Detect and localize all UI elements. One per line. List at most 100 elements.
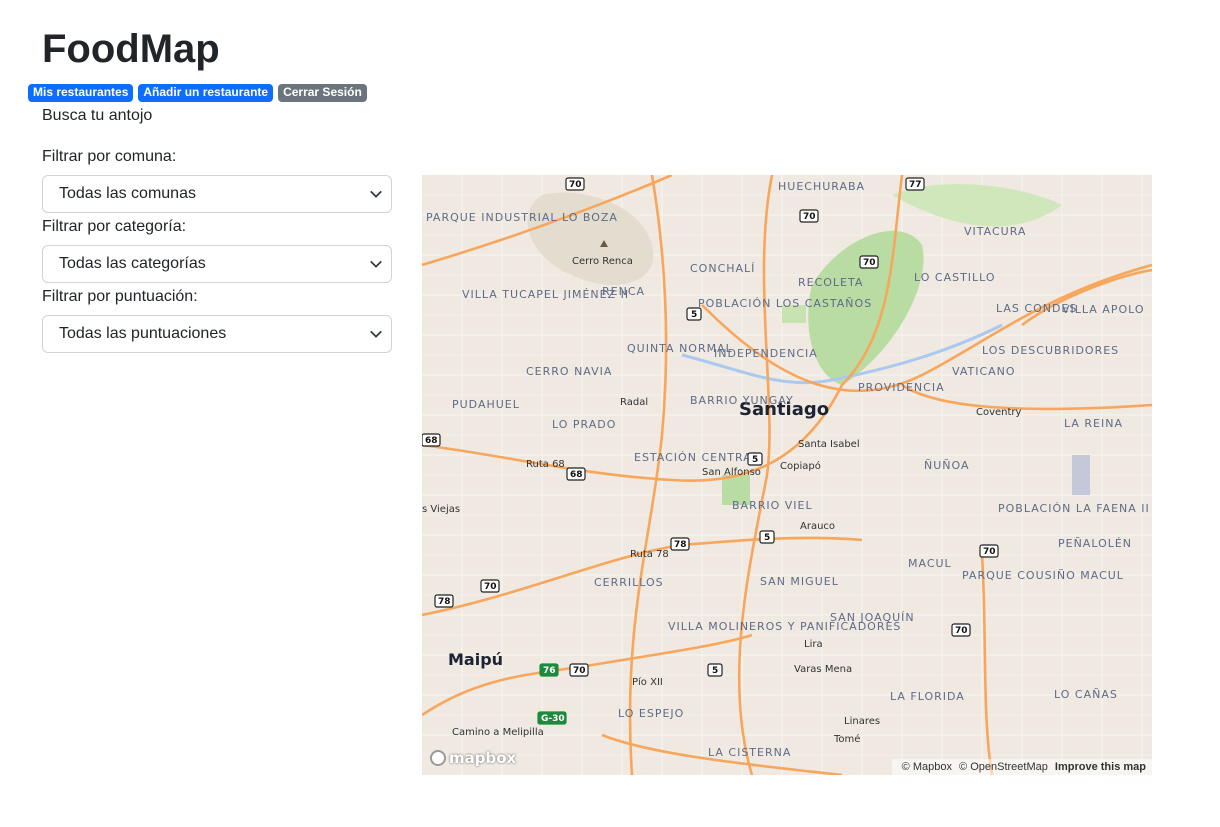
map-label-santa-isabel: Santa Isabel (798, 439, 860, 450)
svg-text:70: 70 (955, 626, 968, 636)
map-label-lo-prado: LO PRADO (552, 418, 616, 431)
add-restaurant-button[interactable]: Añadir un restaurante (138, 84, 274, 102)
map-label-parque-industrial: PARQUE INDUSTRIAL LO BOZA (426, 211, 618, 224)
map-label-vaticano: VATICANO (952, 365, 1016, 378)
map-label-ruta-78: Ruta 78 (630, 549, 669, 560)
map-label-arauco: Arauco (800, 521, 835, 532)
svg-text:5: 5 (691, 310, 697, 320)
map-label-la-cisterna: LA CISTERNA (708, 746, 791, 759)
map-label-coventry: Coventry (976, 407, 1022, 418)
map-label-conchali: CONCHALÍ (690, 262, 755, 275)
route-shield: 78 (434, 594, 454, 608)
restaurant-map[interactable]: Santiago Maipú HUECHURABA VITACURA CONCH… (422, 175, 1152, 775)
map-label-radal: Radal (620, 397, 648, 408)
map-attribution: © Mapbox © OpenStreetMap Improve this ma… (891, 759, 1152, 775)
map-label-estacion-central: ESTACIÓN CENTRAL (634, 451, 759, 464)
svg-text:68: 68 (570, 470, 583, 480)
svg-text:5: 5 (712, 666, 718, 676)
route-shield: 70 (979, 544, 999, 558)
map-label-tome: Tomé (833, 733, 860, 745)
map-label-pio-xii: Pío XII (632, 676, 663, 688)
svg-text:78: 78 (438, 597, 451, 607)
svg-text:70: 70 (983, 547, 996, 557)
map-label-poblacion-castanos: POBLACIÓN LOS CASTAÑOS (698, 297, 872, 310)
route-shield: 76 (539, 663, 559, 677)
page-subtitle: Busca tu antojo (42, 107, 153, 124)
chevron-down-icon (370, 330, 382, 338)
map-label-recoleta: RECOLETA (798, 276, 863, 289)
map-label-barrio-viel: BARRIO VIEL (732, 499, 813, 512)
map-label-varas-mena: Varas Mena (794, 664, 852, 675)
improve-map-link[interactable]: Improve this map (1055, 761, 1146, 773)
route-shield: 5 (686, 307, 702, 321)
route-shield: 70 (480, 579, 500, 593)
svg-text:77: 77 (909, 180, 922, 190)
app-title: FoodMap (42, 27, 220, 71)
svg-text:68: 68 (425, 436, 438, 446)
route-shield: 70 (565, 177, 585, 191)
mapbox-logo-text: mapbox (449, 749, 517, 767)
route-shield: 70 (859, 255, 879, 269)
svg-text:70: 70 (863, 258, 876, 268)
map-label-penalolen: PEÑALOLÉN (1058, 537, 1132, 550)
svg-text:5: 5 (764, 533, 770, 543)
map-label-macul: MACUL (908, 557, 952, 570)
osm-attribution-link[interactable]: © OpenStreetMap (959, 761, 1048, 773)
map-label-cerro-navia: CERRO NAVIA (526, 365, 612, 378)
mapbox-logo[interactable]: mapbox (430, 749, 516, 767)
map-label-lo-viejas: s Viejas (422, 504, 460, 515)
map-label-los-descubridores: LOS DESCUBRIDORES (982, 344, 1119, 357)
svg-text:78: 78 (674, 540, 687, 550)
svg-text:G-30: G-30 (541, 714, 565, 724)
comuna-select[interactable]: Todas las comunas (42, 175, 392, 213)
my-restaurants-button[interactable]: Mis restaurantes (28, 84, 134, 102)
puntuacion-select[interactable]: Todas las puntuaciones (42, 315, 392, 353)
map-label-lo-espejo: LO ESPEJO (618, 707, 684, 720)
categoria-filter-label: Filtrar por categoría: (42, 218, 187, 235)
map-label-lo-castillo: LO CASTILLO (914, 271, 996, 284)
map-label-lo-canas: LO CAÑAS (1054, 688, 1118, 701)
map-label-lira: Lira (804, 639, 823, 650)
map-label-pudahuel: PUDAHUEL (452, 398, 520, 411)
route-shield: G-30 (537, 711, 567, 725)
route-shield: 68 (422, 433, 441, 447)
route-shield: 78 (670, 537, 690, 551)
svg-text:76: 76 (543, 666, 556, 676)
map-label-villa-apolo: VILLA APOLO (1062, 303, 1145, 316)
map-label-villa-tucapel: VILLA TUCAPEL JIMÉNEZ II (462, 288, 629, 301)
svg-text:70: 70 (484, 582, 497, 592)
mapbox-attribution-link[interactable]: © Mapbox (902, 761, 952, 773)
chevron-down-icon (370, 190, 382, 198)
map-label-ruta-68: Ruta 68 (526, 459, 565, 470)
map-label-vitacura: VITACURA (964, 225, 1026, 238)
route-shield: 5 (759, 530, 775, 544)
map-canvas[interactable]: Santiago Maipú HUECHURABA VITACURA CONCH… (422, 175, 1152, 775)
logout-button[interactable]: Cerrar Sesión (278, 84, 367, 102)
svg-text:70: 70 (803, 212, 816, 222)
route-shield: 68 (566, 467, 586, 481)
route-shield: 70 (569, 663, 589, 677)
map-label-providencia: PROVIDENCIA (858, 381, 945, 394)
map-label-la-reina: LA REINA (1064, 417, 1123, 430)
comuna-filter-label: Filtrar por comuna: (42, 148, 177, 165)
map-label-cerro-renca: Cerro Renca (572, 256, 633, 267)
chevron-down-icon (370, 260, 382, 268)
map-label-la-florida: LA FLORIDA (890, 690, 965, 703)
route-shield: 5 (747, 452, 763, 466)
map-label-san-miguel: SAN MIGUEL (760, 575, 839, 588)
puntuacion-filter-label: Filtrar por puntuación: (42, 288, 198, 305)
nav-bar: Mis restaurantes Añadir un restaurante C… (28, 84, 367, 102)
map-label-linares: Linares (844, 716, 880, 727)
svg-text:70: 70 (569, 180, 582, 190)
mapbox-logo-icon (430, 750, 446, 766)
map-label-quinta-normal: QUINTA NORMAL (627, 342, 733, 355)
map-label-san-alfonso: San Alfonso (702, 467, 761, 478)
map-label-poblacion-faena: POBLACIÓN LA FAENA II (998, 502, 1150, 515)
map-label-huechuraba: HUECHURABA (778, 180, 865, 193)
categoria-select[interactable]: Todas las categorías (42, 245, 392, 283)
map-label-barrio-yungay: BARRIO YUNGAY (690, 394, 794, 407)
route-shield: 70 (951, 623, 971, 637)
map-label-camino-melipilla: Camino a Melipilla (452, 727, 544, 738)
map-label-nunoa: ÑUÑOA (924, 459, 970, 472)
map-label-villa-molineros: VILLA MOLINEROS Y PANIFICADORES (668, 620, 901, 633)
